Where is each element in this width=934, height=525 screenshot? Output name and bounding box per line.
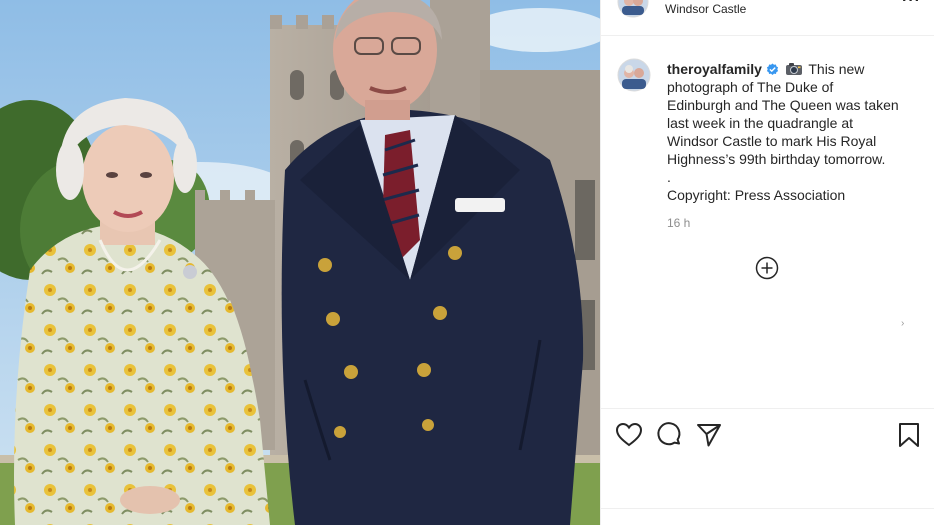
post-photo[interactable]	[0, 0, 600, 525]
post-photo-illustration	[0, 0, 600, 525]
caption-line-2: photograph of The Duke of	[667, 79, 834, 95]
caption-line-5: Windsor Castle to mark His Royal	[667, 133, 877, 149]
more-options-button[interactable]: ···	[902, 0, 921, 10]
caption-line-1: This new	[808, 61, 865, 77]
author-username[interactable]: theroyalfamily	[667, 61, 762, 77]
post-timestamp[interactable]: 16 h	[667, 216, 690, 230]
bookmark-icon[interactable]	[895, 421, 923, 449]
plus-circle-icon[interactable]	[755, 256, 779, 280]
caption-line-3: Edinburgh and The Queen was taken	[667, 97, 899, 113]
paper-plane-icon[interactable]	[695, 421, 723, 449]
caption-line-8: Copyright: Press Association	[667, 187, 846, 203]
post-side-panel: Windsor Castle ··· theroyalfamily This n…	[600, 0, 934, 525]
author-avatar[interactable]	[617, 0, 649, 18]
post-header: Windsor Castle ···	[601, 0, 934, 36]
divider	[601, 508, 934, 509]
caption-line-6: Highness’s 99th birthday tomorrow.	[667, 151, 886, 167]
edge-chevron-icon: ›	[901, 318, 905, 329]
verified-badge-icon	[766, 63, 778, 75]
action-bar	[601, 408, 934, 458]
caption-line-4: last week in the quadrangle at	[667, 115, 854, 131]
caption-line-7: .	[667, 169, 671, 185]
caption-avatar[interactable]	[617, 58, 651, 92]
heart-icon[interactable]	[615, 421, 643, 449]
comment-icon[interactable]	[655, 421, 683, 449]
camera-emoji-icon	[785, 63, 802, 75]
caption-text: theroyalfamily This new photograph of Th…	[667, 60, 929, 204]
location-link[interactable]: Windsor Castle	[665, 2, 746, 16]
